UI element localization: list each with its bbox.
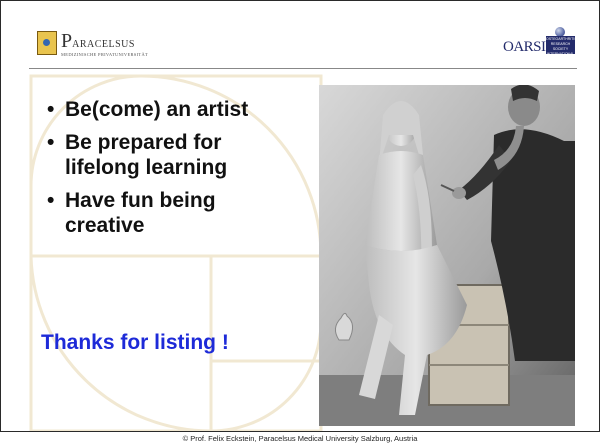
bullet-dot: • <box>47 189 55 212</box>
paracelsus-wordmark: PARACELSUS <box>61 31 148 51</box>
university-crest-icon <box>37 31 57 55</box>
bullet-dot: • <box>47 98 55 121</box>
bullet-text: creative <box>65 214 145 237</box>
sculptor-photo <box>319 85 575 426</box>
oarsi-tagline-line: RESEARCH SOCIETY <box>550 42 571 51</box>
paracelsus-subtitle: MEDIZINISCHE PRIVATUNIVERSITÄT <box>61 52 149 57</box>
slide: PARACELSUS MEDIZINISCHE PRIVATUNIVERSITÄ… <box>0 0 600 432</box>
bullet-text: Be(come) an artist <box>65 98 249 121</box>
oarsi-wordmark: OARSI <box>503 39 546 55</box>
closing-text: Thanks for listing ! <box>41 331 229 354</box>
oarsi-logo: OARSI OSTEOARTHRITIS RESEARCH SOCIETY IN… <box>503 27 577 59</box>
bullet-list: • Be(come) an artist • Be prepared for l… <box>37 97 307 246</box>
bullet-text: Have fun being <box>65 189 216 212</box>
paracelsus-name-rest: ARACELSUS <box>72 39 135 50</box>
bullet-item: • Be(come) an artist <box>37 97 307 122</box>
bullet-dot: • <box>47 131 55 154</box>
paracelsus-initial: P <box>61 30 73 52</box>
bullet-text: lifelong learning <box>65 156 228 179</box>
slide-header: PARACELSUS MEDIZINISCHE PRIVATUNIVERSITÄ… <box>1 1 599 69</box>
oarsi-tagline-line: INTERNATIONAL <box>546 52 575 56</box>
copyright-footer: © Prof. Felix Eckstein, Paracelsus Medic… <box>182 434 418 443</box>
bullet-item: • Be prepared for lifelong learning <box>37 130 307 180</box>
oarsi-tagline-box: OSTEOARTHRITIS RESEARCH SOCIETY INTERNAT… <box>546 36 577 56</box>
bullet-item: • Have fun being creative <box>37 188 307 238</box>
bullet-text: Be prepared for <box>65 131 222 154</box>
paracelsus-logo: PARACELSUS MEDIZINISCHE PRIVATUNIVERSITÄ… <box>37 31 148 57</box>
sculptor-photo-illustration <box>319 85 575 426</box>
header-divider <box>29 68 577 69</box>
